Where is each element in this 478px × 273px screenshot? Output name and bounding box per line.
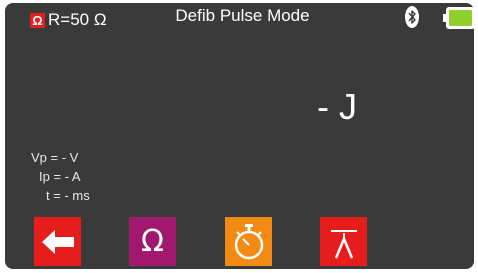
- energy-readout: - J: [317, 86, 357, 127]
- page-title: Defib Pulse Mode: [175, 6, 310, 25]
- pulse-icon: [330, 229, 357, 258]
- timer-icon: [234, 223, 263, 259]
- peak-voltage-readout: Vp = - V: [31, 150, 79, 165]
- device-screen: Ω R=50 Ω Defib Pulse Mode - J Vp = - V I…: [0, 0, 478, 273]
- timer-button[interactable]: [225, 217, 272, 266]
- bluetooth-icon: [405, 6, 419, 28]
- ohm-icon: Ω: [141, 223, 164, 259]
- back-arrow-icon: [41, 229, 74, 254]
- ohm-badge: Ω: [30, 13, 45, 28]
- back-button[interactable]: [34, 217, 81, 266]
- battery-icon: [443, 7, 475, 29]
- pulse-duration-readout: t = - ms: [46, 188, 90, 203]
- resistance-readout: R=50 Ω: [48, 10, 107, 29]
- peak-current-readout: Ip = - A: [39, 169, 81, 184]
- ohm-button[interactable]: Ω: [129, 217, 176, 266]
- pulse-button[interactable]: [320, 217, 367, 266]
